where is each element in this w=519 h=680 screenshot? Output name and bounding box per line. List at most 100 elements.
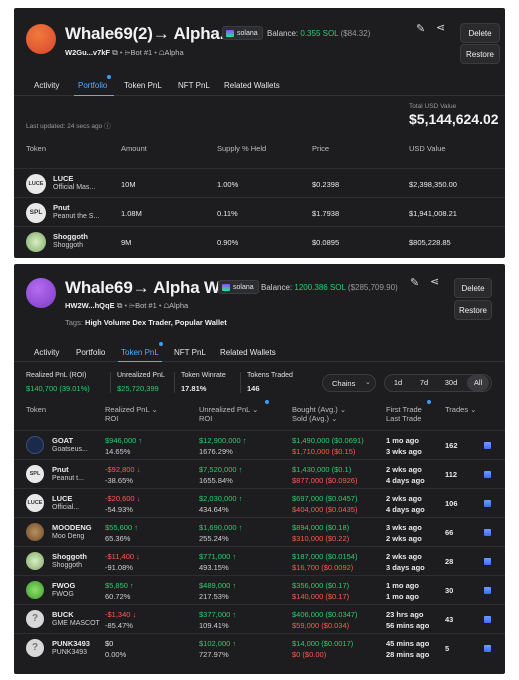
edit-icon[interactable]: ✎ [416,24,425,35]
sort-indicator-dot [265,400,269,404]
delete-button[interactable]: Delete [460,23,500,43]
table-row[interactable]: LUCE LUCE Official... -$20,600 ↓ -54.93% $2,0… [14,488,505,517]
token-amount: 1.08M [121,209,142,218]
realized-pnl: -$1,340 ↓ [105,610,136,619]
balance-label: Balance: [267,29,299,38]
tab-activity[interactable]: Activity [34,348,59,357]
bought-avg: $894,000 ($0.18) [292,523,350,532]
table-row[interactable]: GOAT Goatseus... $946,000 ↑ 14.65% $12,900,0… [14,430,505,459]
sold-avg: $0 ($0.00) [292,650,327,659]
stat-traded: Tokens Traded 146 [240,372,293,393]
table-row[interactable]: SPL Pnut Peanut t... -$92,800 ↓ -38.65% $7,52… [14,459,505,488]
tab-bar: Activity Portfolio Token PnL NFT PnL Rel… [14,342,505,362]
tab-token-pnl[interactable]: Token PnL [121,342,163,357]
table-row[interactable]: MOODENG Moo Deng $55,600 ↑ 65.36% $1,690,000… [14,517,505,546]
tab-activity[interactable]: Activity [34,81,59,90]
chains-dropdown[interactable]: Chains ⌄ [322,374,376,392]
table-row[interactable]: ? BUCK GME MASCOT -$1,340 ↓ -85.47% $377,000 … [14,604,505,633]
bought-avg: $14,000 ($0.0017) [292,639,354,648]
token-name: PUNK3493 [52,649,88,656]
unrealized-pnl-value: $1,690,000 [199,523,237,532]
solana-icon [484,616,491,623]
arrow-up-icon: ↑ [134,523,138,532]
edit-icon[interactable]: ✎ [410,278,419,289]
realized-pnl-value: -$11,400 [105,552,135,561]
solana-icon [226,30,234,37]
col-trades[interactable]: Trades ⌄ [445,405,476,414]
tab-related-wallets[interactable]: Related Wallets [224,81,280,90]
period-all[interactable]: All [467,375,489,391]
table-row[interactable]: Shoggoth Shoggoth -$11,400 ↓ -91.08% $771,00… [14,546,505,575]
chevron-down-icon: ⌄ [151,405,158,414]
unrealized-roi: 109.41% [199,621,229,630]
wallet-tags: Tags: High Volume Dex Trader, Popular Wa… [65,318,227,327]
col-realized[interactable]: Realized PnL ⌄ ROI [105,405,158,423]
restore-button[interactable]: Restore [460,44,500,64]
stat-unrealized: Unrealized PnL $25,720,399 [110,372,165,393]
trade-count: 5 [445,644,450,653]
tab-related-wallets[interactable]: Related Wallets [220,348,276,357]
moodeng-icon [26,523,44,541]
unrealized-roi: 434.64% [199,505,229,514]
period-30d[interactable]: 30d [439,375,463,391]
chain-chip: solana [218,280,259,294]
token-amount: 10M [121,180,136,189]
realized-roi: -38.65% [105,476,133,485]
copy-icon[interactable]: ⧉ [117,301,123,310]
arrow-up-icon: ↑ [232,639,237,648]
table-row[interactable]: LUCE LUCE Official Mas... 10M 1.00% $0.2… [14,168,505,196]
token-usd: $1,941,008.21 [409,209,457,218]
realized-pnl: $5,850 ↑ [105,581,134,590]
trade-count: 162 [445,441,458,450]
period-1d[interactable]: 1d [387,375,409,391]
unrealized-roi: 255.24% [199,534,229,543]
tab-nft-pnl[interactable]: NFT PnL [178,81,210,90]
token-name: Goatseus... [52,446,88,453]
table-row[interactable]: SPL Pnut Peanut the S... 1.08M 0.11% $1.… [14,197,505,225]
sold-avg: $310,000 ($0.22) [292,534,350,543]
copy-icon[interactable]: ⧉ [112,48,118,57]
tags-value: High Volume Dex Trader, Popular Wallet [85,318,227,327]
solana-icon [222,284,230,291]
tab-nft-pnl[interactable]: NFT PnL [174,348,206,357]
tab-token-pnl[interactable]: Token PnL [124,81,162,90]
col-bought-sold[interactable]: Bought (Avg.) ⌄ Sold (Avg.) ⌄ [292,405,346,423]
wallet-meta: W2Gu...v7kF ⧉ • ⌲Bot #1 • ☖Alpha [65,48,184,57]
token-usd: $805,228.85 [409,238,451,247]
share-icon[interactable]: ⋖ [436,23,445,34]
table-row[interactable]: Shoggoth Shoggoth 9M 0.90% $0.0895 $805,… [14,226,505,254]
table-row[interactable]: ? PUNK3493 PUNK3493 $0 0.00% $102,000 ↑ 727.97… [14,633,505,662]
col-unrealized[interactable]: Unrealized PnL ⌄ ROI [199,405,258,423]
stat-traded-value: 146 [247,384,260,393]
token-name: Official Mas... [53,184,96,191]
share-icon[interactable]: ⋖ [430,277,439,288]
period-selector: 1d 7d 30d All [384,374,492,392]
token-symbol: BUCK [52,610,74,619]
token-supply: 0.90% [217,238,239,247]
trade-count: 43 [445,615,454,624]
tab-portfolio[interactable]: Portfolio [78,75,112,90]
unrealized-roi: 727.97% [199,650,229,659]
token-name: Shoggoth [52,562,82,569]
first-trade: 2 wks ago [386,494,422,503]
table-row[interactable]: FWOG FWOG $5,850 ↑ 60.72% $489,000 ↑ 217.53% $… [14,575,505,604]
col-first-last[interactable]: First Trade Last Trade [386,405,422,423]
last-trade: 3 wks ago [386,447,422,456]
realized-roi: 14.65% [105,447,131,456]
last-trade: 56 mins ago [386,621,430,630]
col-unrealized-label: Unrealized PnL [199,405,251,414]
chevron-down-icon: ⌄ [470,405,477,414]
token-price: $0.0895 [312,238,340,247]
wallet-panel-bottom: Whale69→ Alpha W... solana Balance: 1200… [14,264,505,674]
tab-portfolio[interactable]: Portfolio [76,348,105,357]
sold-avg: $1,710,000 ($0.15) [292,447,356,456]
last-trade: 4 days ago [386,505,425,514]
period-7d[interactable]: 7d [413,375,435,391]
realized-roi: -54.93% [105,505,133,514]
restore-button[interactable]: Restore [454,300,492,320]
unrealized-pnl: $102,000 ↑ [199,639,236,648]
col-realized-label: Realized PnL [105,405,150,414]
token-symbol: Shoggoth [53,232,88,241]
unrealized-pnl-value: $771,000 [199,552,231,561]
delete-button[interactable]: Delete [454,278,492,298]
